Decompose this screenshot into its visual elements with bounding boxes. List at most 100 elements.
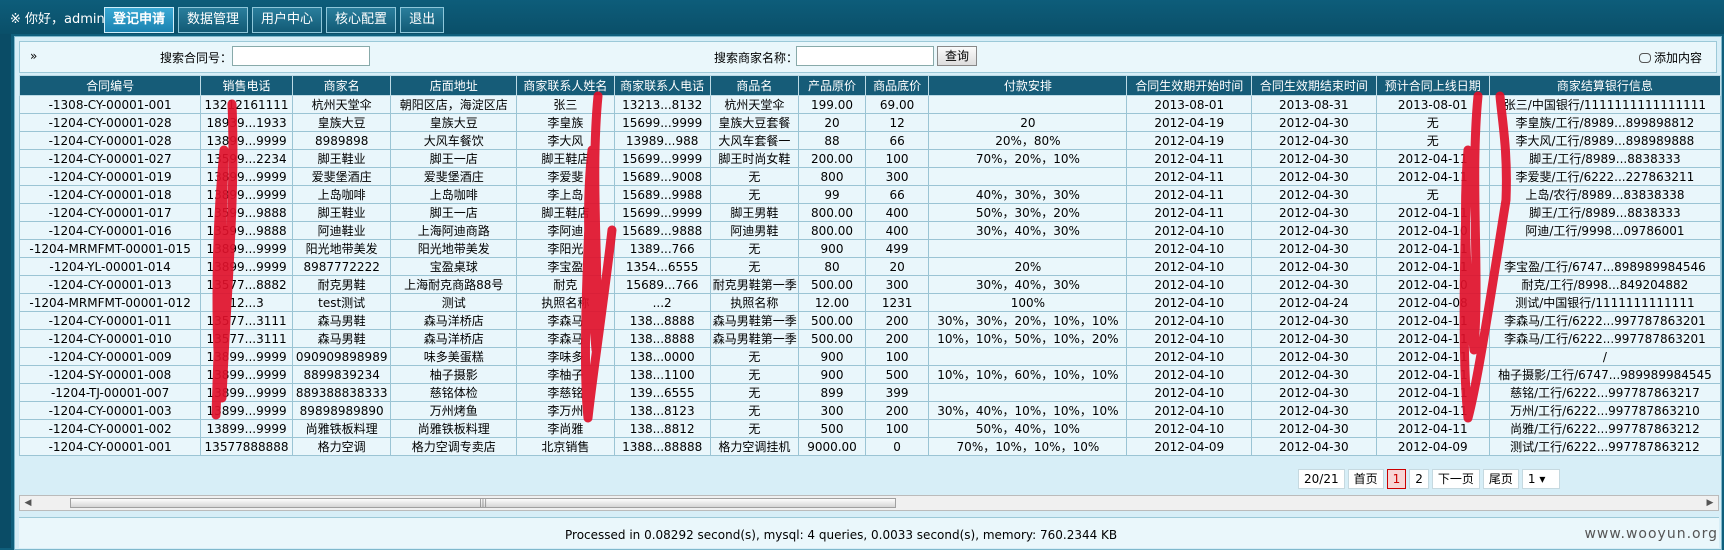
table-cell: 138...8888 bbox=[613, 311, 711, 330]
table-cell: 2012-04-08 bbox=[1375, 293, 1490, 312]
table-cell: 脚王一店 bbox=[390, 203, 518, 222]
table-row[interactable]: -1204-CY-00001-018 13899...9999 上岛咖啡 上岛咖啡 李上… bbox=[18, 185, 1722, 204]
menu-core-config[interactable]: 核心配置 bbox=[326, 7, 397, 33]
table-cell: -1204-CY-00001-013 bbox=[18, 275, 202, 294]
main-menu: 登记申请 数据管理 用户中心 核心配置 退出 bbox=[104, 7, 445, 33]
table-cell: 皇族大豆 bbox=[291, 113, 392, 132]
table-row[interactable]: -1308-CY-00001-001 13212161111 杭州天堂伞 朝阳区店，海… bbox=[18, 95, 1722, 114]
table-cell: 500 bbox=[864, 365, 930, 384]
table-cell: 无 bbox=[1375, 131, 1490, 150]
table-cell: 199.00 bbox=[798, 95, 866, 114]
table-cell: 20 bbox=[864, 257, 930, 276]
scrollbar-thumb[interactable]: ||| bbox=[70, 498, 896, 508]
scroll-left-arrow-icon[interactable]: ◀ bbox=[22, 498, 34, 508]
table-cell: 138...1100 bbox=[613, 365, 711, 384]
table-row[interactable]: -1204-CY-00001-019 13899...9999 爱斐堡酒庄 爱斐堡酒庄… bbox=[18, 167, 1722, 186]
merchant-search-input[interactable] bbox=[796, 46, 934, 66]
table-cell: 13577...3111 bbox=[200, 329, 293, 348]
table-cell: 脚王男鞋 bbox=[709, 203, 800, 222]
table-cell: 15699...9999 bbox=[613, 203, 711, 222]
table-row[interactable]: -1204-CY-00001-028 18939...1933 皇族大豆 皇族大豆 李皇… bbox=[18, 113, 1722, 132]
table-cell: 50%，30%，20% bbox=[928, 203, 1128, 222]
next-page-button[interactable]: 下一页 bbox=[1431, 469, 1480, 489]
table-cell: 200.00 bbox=[798, 149, 866, 168]
table-cell: 爱斐堡酒庄 bbox=[390, 167, 518, 186]
menu-data-management[interactable]: 数据管理 bbox=[178, 7, 249, 33]
table-cell: 13899...9999 bbox=[200, 419, 293, 438]
search-button[interactable]: 查询 bbox=[937, 46, 977, 66]
table-row[interactable]: -1204-SY-00001-008 13899...9999 8899839234… bbox=[18, 365, 1722, 384]
collapse-toggle[interactable]: » bbox=[30, 49, 37, 63]
table-row[interactable]: -1204-CY-00001-002 13899...9999 尚雅铁板料理 尚雅铁板… bbox=[18, 419, 1722, 438]
table-cell: 执照名称 bbox=[709, 293, 800, 312]
table-cell: 张三/中国银行/1111111111111111 bbox=[1488, 95, 1722, 114]
table-row[interactable]: -1204-CY-00001-028 13899...9999 8989898 大风车… bbox=[18, 131, 1722, 150]
table-cell: -1204-CY-00001-016 bbox=[18, 221, 202, 240]
page-1-button[interactable]: 1 bbox=[1386, 469, 1407, 489]
table-cell: 脚王/工行/8989...8838333 bbox=[1488, 203, 1722, 222]
table-cell: 耐克男鞋第一季 bbox=[709, 275, 800, 294]
table-cell: 尚雅铁板料理 bbox=[291, 419, 392, 438]
table-cell: -1204-CY-00001-017 bbox=[18, 203, 202, 222]
table-cell: 无 bbox=[709, 419, 800, 438]
table-cell: 2012-04-30 bbox=[1251, 437, 1377, 456]
menu-register[interactable]: 登记申请 bbox=[104, 7, 175, 33]
table-cell: 无 bbox=[709, 239, 800, 258]
table-row[interactable]: -1204-MRMFMT-00001-012 12...3 test测试 测试 执照名称… bbox=[18, 293, 1722, 312]
table-cell: 80 bbox=[798, 257, 866, 276]
page-select[interactable]: 1 ▾ bbox=[1521, 469, 1560, 489]
table-cell: 2012-04-10 bbox=[1126, 401, 1253, 420]
first-page-button[interactable]: 首页 bbox=[1347, 469, 1384, 489]
scroll-right-arrow-icon[interactable]: ▶ bbox=[1704, 498, 1716, 508]
table-cell: 13899...9999 bbox=[200, 257, 293, 276]
last-page-button[interactable]: 尾页 bbox=[1482, 469, 1519, 489]
table-cell: -1204-MRMFMT-00001-012 bbox=[18, 293, 202, 312]
table-row[interactable]: -1204-YL-00001-014 13899...9999 8987772222… bbox=[18, 257, 1722, 276]
table-cell: 李皇族/工行/8989...899898812 bbox=[1488, 113, 1722, 132]
table-row[interactable]: -1204-CY-00001-011 13577...3111 森马男鞋 森马洋桥店李… bbox=[18, 311, 1722, 330]
menu-logout[interactable]: 退出 bbox=[400, 7, 445, 33]
add-content-link[interactable]: 添加内容 bbox=[1638, 49, 1702, 66]
table-cell: 2012-04-19 bbox=[1126, 131, 1253, 150]
page-2-button[interactable]: 2 bbox=[1409, 469, 1429, 489]
table-row[interactable]: -1204-CY-00001-016 13599...9888 阿迪鞋业 上海阿迪商路… bbox=[18, 221, 1722, 240]
table-cell: 无 bbox=[709, 347, 800, 366]
table-row[interactable]: -1204-CY-00001-003 13899...9999 8989898989… bbox=[18, 401, 1722, 420]
table-cell: 500 bbox=[798, 419, 866, 438]
table-cell: 李万州 bbox=[516, 401, 615, 420]
table-row[interactable]: -1204-CY-00001-010 13577...3111 森马男鞋 森马洋桥店李… bbox=[18, 329, 1722, 348]
table-row[interactable]: -1204-CY-00001-017 13599...9888 脚王鞋业 脚王一店 脚王… bbox=[18, 203, 1722, 222]
table-row[interactable]: -1204-MRMFMT-00001-015 13899...9999 阳光地带美发… bbox=[18, 239, 1722, 258]
table-cell: 800 bbox=[798, 167, 866, 186]
footer-bar: Processed in 0.08292 second(s), mysql: 4… bbox=[19, 517, 1719, 548]
table-row[interactable]: -1204-CY-00001-013 13577...8882 耐克男鞋 上海耐克商路… bbox=[18, 275, 1722, 294]
table-row[interactable]: -1204-CY-00001-009 13899...9999 0909098989… bbox=[18, 347, 1722, 366]
table-cell: 12 bbox=[864, 113, 930, 132]
table-cell: 上岛/农行/8989...83838338 bbox=[1488, 185, 1722, 204]
table-row[interactable]: -1204-CY-00001-027 13599...2234 脚王鞋业 脚王一店 脚王… bbox=[18, 149, 1722, 168]
horizontal-scrollbar[interactable]: ◀ ||| ▶ bbox=[19, 495, 1719, 511]
table-cell: 13899...9999 bbox=[200, 383, 293, 402]
table-row[interactable]: -1204-CY-00001-001 13577888888 格力空调 格力空调专卖店… bbox=[18, 437, 1722, 456]
table-cell: 090909898989 bbox=[291, 347, 392, 366]
table-row[interactable]: -1204-TJ-00001-007 13899...9999 8893888383… bbox=[18, 383, 1722, 402]
table-cell: 1231 bbox=[864, 293, 930, 312]
table-cell: 9000.00 bbox=[798, 437, 866, 456]
table-cell: 300 bbox=[864, 167, 930, 186]
table-cell: 1388...88888 bbox=[613, 437, 711, 456]
table-cell: 森马男鞋 bbox=[291, 311, 392, 330]
table-cell: 400 bbox=[864, 221, 930, 240]
table-cell: 2012-04-30 bbox=[1251, 221, 1377, 240]
table-cell: -1204-CY-00001-011 bbox=[18, 311, 202, 330]
table-cell: 2012-04-10 bbox=[1375, 275, 1490, 294]
menu-user-center[interactable]: 用户中心 bbox=[252, 7, 323, 33]
table-cell: 10%，10%，60%，10%，10% bbox=[928, 365, 1128, 384]
table-cell: 李大风/工行/8989...898989888 bbox=[1488, 131, 1722, 150]
table-cell: 2012-04-10 bbox=[1126, 293, 1253, 312]
table-cell: 13213...8132 bbox=[613, 95, 711, 114]
table-cell: 2012-04-11 bbox=[1375, 383, 1490, 402]
contract-search-input[interactable] bbox=[232, 46, 370, 66]
table-cell: -1204-SY-00001-008 bbox=[18, 365, 202, 384]
table-cell: 88 bbox=[798, 131, 866, 150]
table-cell: 20 bbox=[798, 113, 866, 132]
